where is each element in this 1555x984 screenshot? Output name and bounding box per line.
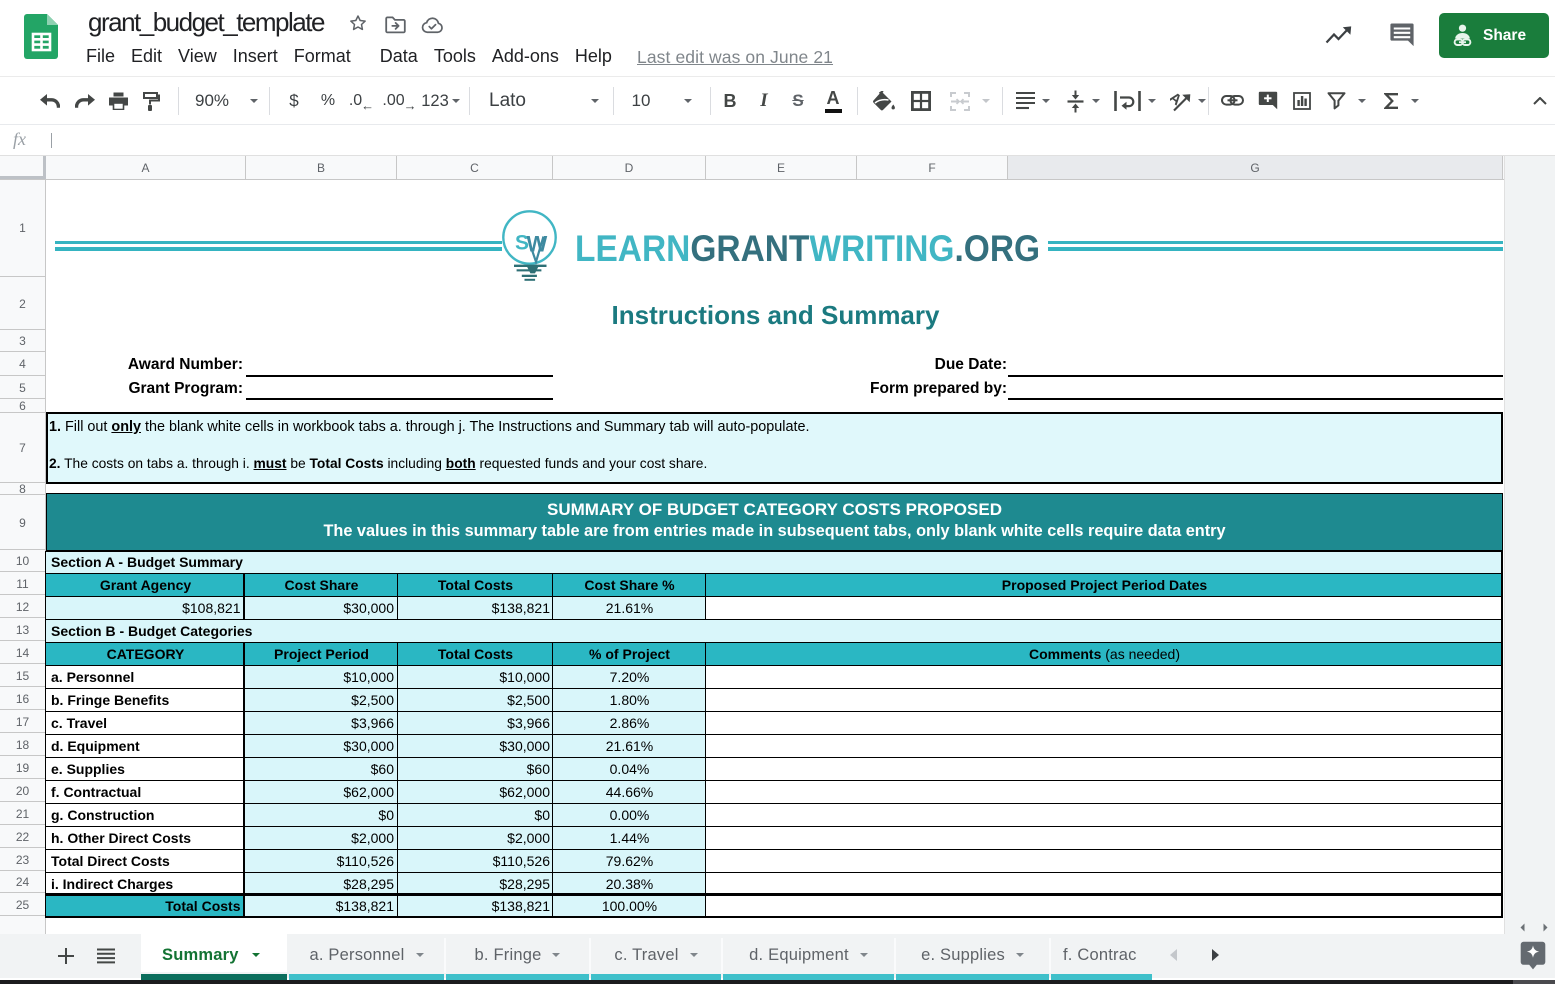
svg-text:W: W (527, 232, 548, 257)
